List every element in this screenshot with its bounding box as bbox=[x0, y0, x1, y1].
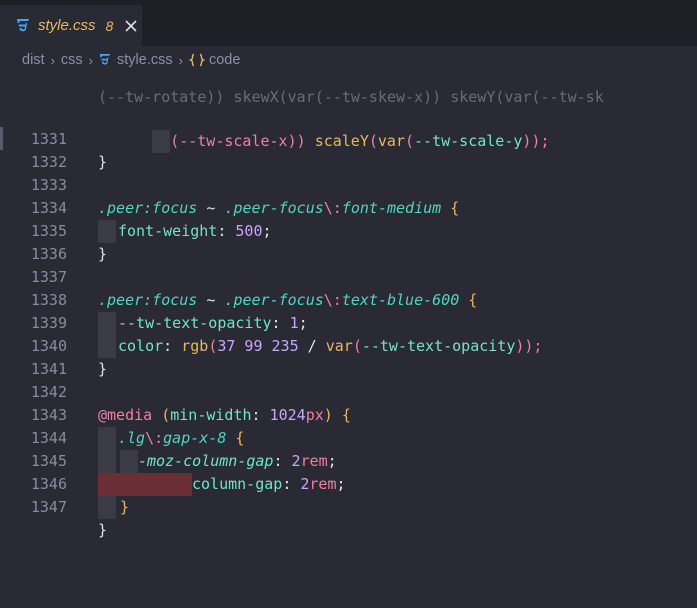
code-line-1341: 1341 bbox=[0, 335, 697, 378]
code-line-1338: 1338 --tw-text-opacity: 1; bbox=[0, 266, 697, 335]
code-editor[interactable]: (--tw-rotate)) skewX(var(--tw-skew-x)) s… bbox=[0, 74, 697, 608]
tab-style-css[interactable]: style.css 8 bbox=[0, 5, 142, 46]
code-line-1342: 1342 @media (min-width: 1024px) { bbox=[0, 358, 697, 424]
problem-count-badge: 8 bbox=[105, 17, 114, 34]
tab-title: style.css bbox=[38, 17, 96, 34]
code-line-1337: 1337 .peer:focus ~ .peer-focus\:text-blu… bbox=[0, 243, 697, 309]
breadcrumb-css[interactable]: css bbox=[61, 52, 83, 68]
code-line-1339: 1339 color: rgb(37 99 235 / var(--tw-tex… bbox=[0, 289, 697, 358]
chevron-right-icon: › bbox=[88, 52, 94, 68]
code-line-1335: 1335 } bbox=[0, 197, 697, 263]
tab-bar: style.css 8 bbox=[0, 0, 697, 46]
code-line-1343: 1343 .lg\:gap-x-8 { bbox=[0, 381, 697, 450]
code-line-1334: 1334 font-weight: 500; bbox=[0, 174, 697, 243]
chevron-right-icon: › bbox=[178, 52, 183, 68]
css-file-icon bbox=[99, 54, 111, 65]
breadcrumb-style-css[interactable]: style.css bbox=[117, 52, 173, 68]
code-line-1346: 1346 } bbox=[0, 450, 697, 519]
breadcrumb: dist › css › style.css › code bbox=[0, 46, 697, 74]
code-line-1345: 1345 column-gap: 2rem; bbox=[0, 427, 697, 496]
css-file-icon bbox=[17, 18, 29, 31]
code-line-1344: 1344 -moz-column-gap: 2rem; bbox=[0, 404, 697, 473]
code-line-1332: 1332 bbox=[0, 128, 697, 171]
indent-guide bbox=[98, 496, 116, 519]
code-line-1347: 1347 } bbox=[0, 473, 697, 539]
code-line-1340: 1340 } bbox=[0, 312, 697, 378]
line-number: 1347 bbox=[30, 498, 67, 516]
symbol-namespace-icon bbox=[188, 53, 205, 67]
breadcrumb-dist[interactable]: dist bbox=[22, 52, 45, 68]
code-line-1336: 1336 bbox=[0, 220, 697, 263]
code-line: (--tw-scale-x)) scaleY(var(--tw-scale-y)… bbox=[0, 84, 697, 153]
chevron-right-icon: › bbox=[50, 52, 55, 68]
code-line-1331: 1331 } bbox=[0, 105, 697, 171]
close-icon[interactable] bbox=[121, 16, 141, 36]
breadcrumb-code[interactable]: code bbox=[209, 52, 240, 68]
code-line-1333: 1333 .peer:focus ~ .peer-focus\:font-med… bbox=[0, 151, 697, 217]
